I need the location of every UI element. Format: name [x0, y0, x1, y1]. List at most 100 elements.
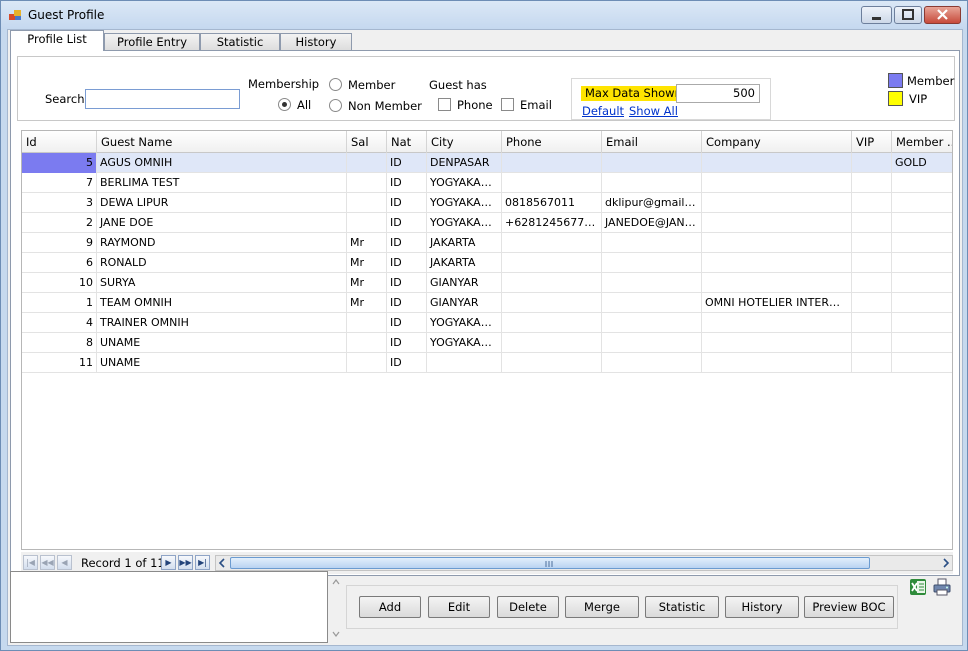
table-row[interactable]: 6 RONALD Mr ID JAKARTA — [22, 253, 952, 273]
membership-all-radio[interactable] — [278, 98, 291, 111]
cell-company[interactable]: OMNI HOTELIER INTERNAS... — [702, 293, 852, 313]
cell-phone[interactable] — [502, 173, 602, 193]
cell-guest-name[interactable]: TEAM OMNIH — [97, 293, 347, 313]
cell-city[interactable]: YOGYAKARTA — [427, 173, 502, 193]
cell-email[interactable] — [602, 293, 702, 313]
cell-email[interactable] — [602, 173, 702, 193]
cell-sal[interactable]: Mr — [347, 233, 387, 253]
cell-guest-name[interactable]: SURYA — [97, 273, 347, 293]
column-header-city[interactable]: City — [427, 131, 502, 153]
next-record-button[interactable]: ▶ — [161, 555, 176, 570]
add-button[interactable]: Add — [359, 596, 421, 618]
cell-id[interactable]: 2 — [22, 213, 97, 233]
cell-vip[interactable] — [852, 253, 892, 273]
guest-has-email-checkbox[interactable] — [501, 98, 514, 111]
last-record-button[interactable]: ▶| — [195, 555, 210, 570]
cell-nat[interactable]: ID — [387, 353, 427, 373]
cell-company[interactable] — [702, 253, 852, 273]
table-row[interactable]: 2 JANE DOE ID YOGYAKARTA +628124567789 JANEDO… — [22, 213, 952, 233]
column-header-email[interactable]: Email — [602, 131, 702, 153]
statistic-button[interactable]: Statistic — [645, 596, 719, 618]
cell-company[interactable] — [702, 193, 852, 213]
excel-export-icon[interactable] — [908, 577, 928, 597]
column-header-company[interactable]: Company — [702, 131, 852, 153]
cell-company[interactable] — [702, 333, 852, 353]
cell-member-type[interactable] — [892, 273, 952, 293]
cell-city[interactable]: YOGYAKARTA — [427, 213, 502, 233]
cell-vip[interactable] — [852, 153, 892, 173]
cell-vip[interactable] — [852, 173, 892, 193]
cell-member-type[interactable] — [892, 333, 952, 353]
cell-sal[interactable] — [347, 173, 387, 193]
column-header-vip[interactable]: VIP — [852, 131, 892, 153]
show-all-link[interactable]: Show All — [629, 104, 678, 118]
cell-id[interactable]: 3 — [22, 193, 97, 213]
scroll-left-icon[interactable] — [217, 558, 227, 568]
cell-email[interactable] — [602, 313, 702, 333]
cell-guest-name[interactable]: RONALD — [97, 253, 347, 273]
table-row[interactable]: 10 SURYA Mr ID GIANYAR — [22, 273, 952, 293]
cell-email[interactable] — [602, 353, 702, 373]
cell-nat[interactable]: ID — [387, 193, 427, 213]
table-row[interactable]: 8 UNAME ID YOGYAKARTA — [22, 333, 952, 353]
tab-profile-list[interactable]: Profile List — [10, 30, 104, 51]
cell-nat[interactable]: ID — [387, 153, 427, 173]
cell-company[interactable] — [702, 313, 852, 333]
cell-id[interactable]: 11 — [22, 353, 97, 373]
cell-email[interactable]: JANEDOE@JANE... — [602, 213, 702, 233]
cell-sal[interactable] — [347, 353, 387, 373]
cell-guest-name[interactable]: AGUS OMNIH — [97, 153, 347, 173]
cell-vip[interactable] — [852, 273, 892, 293]
cell-member-type[interactable] — [892, 313, 952, 333]
cell-guest-name[interactable]: DEWA LIPUR — [97, 193, 347, 213]
edit-button[interactable]: Edit — [428, 596, 490, 618]
cell-vip[interactable] — [852, 333, 892, 353]
search-input[interactable] — [85, 89, 240, 109]
default-link[interactable]: Default — [582, 104, 624, 118]
tab-history[interactable]: History — [280, 33, 352, 51]
cell-phone[interactable]: 0818567011 — [502, 193, 602, 213]
preview-boc-button[interactable]: Preview BOC — [804, 596, 894, 618]
cell-company[interactable] — [702, 213, 852, 233]
cell-sal[interactable] — [347, 193, 387, 213]
cell-phone[interactable] — [502, 353, 602, 373]
cell-city[interactable]: DENPASAR — [427, 153, 502, 173]
table-row[interactable]: 5 AGUS OMNIH ID DENPASAR GOLD — [22, 153, 952, 173]
cell-city[interactable]: JAKARTA — [427, 233, 502, 253]
cell-sal[interactable] — [347, 153, 387, 173]
history-button[interactable]: History — [725, 596, 799, 618]
column-header-id[interactable]: Id — [22, 131, 97, 153]
close-button[interactable] — [924, 6, 961, 24]
cell-nat[interactable]: ID — [387, 313, 427, 333]
cell-sal[interactable] — [347, 213, 387, 233]
cell-company[interactable] — [702, 233, 852, 253]
cell-nat[interactable]: ID — [387, 233, 427, 253]
table-row[interactable]: 9 RAYMOND Mr ID JAKARTA — [22, 233, 952, 253]
merge-button[interactable]: Merge — [565, 596, 639, 618]
cell-email[interactable] — [602, 253, 702, 273]
cell-phone[interactable] — [502, 153, 602, 173]
cell-member-type[interactable] — [892, 213, 952, 233]
table-row[interactable]: 7 BERLIMA TEST ID YOGYAKARTA — [22, 173, 952, 193]
cell-id[interactable]: 10 — [22, 273, 97, 293]
cell-phone[interactable] — [502, 233, 602, 253]
cell-vip[interactable] — [852, 313, 892, 333]
cell-id[interactable]: 7 — [22, 173, 97, 193]
membership-non-member-radio[interactable] — [329, 99, 342, 112]
cell-city[interactable]: GIANYAR — [427, 293, 502, 313]
cell-guest-name[interactable]: JANE DOE — [97, 213, 347, 233]
notes-memo[interactable] — [10, 571, 328, 643]
column-header-nat[interactable]: Nat — [387, 131, 427, 153]
cell-email[interactable]: dklipur@gmail.com — [602, 193, 702, 213]
cell-id[interactable]: 8 — [22, 333, 97, 353]
cell-company[interactable] — [702, 173, 852, 193]
minimize-button[interactable] — [861, 6, 892, 24]
maximize-button[interactable] — [894, 6, 922, 24]
cell-id[interactable]: 6 — [22, 253, 97, 273]
cell-guest-name[interactable]: BERLIMA TEST — [97, 173, 347, 193]
scroll-up-icon[interactable] — [332, 579, 340, 585]
cell-city[interactable]: YOGYAKARTA — [427, 313, 502, 333]
cell-city[interactable]: JAKARTA — [427, 253, 502, 273]
cell-sal[interactable] — [347, 333, 387, 353]
prev-record-button[interactable]: ◀ — [57, 555, 72, 570]
